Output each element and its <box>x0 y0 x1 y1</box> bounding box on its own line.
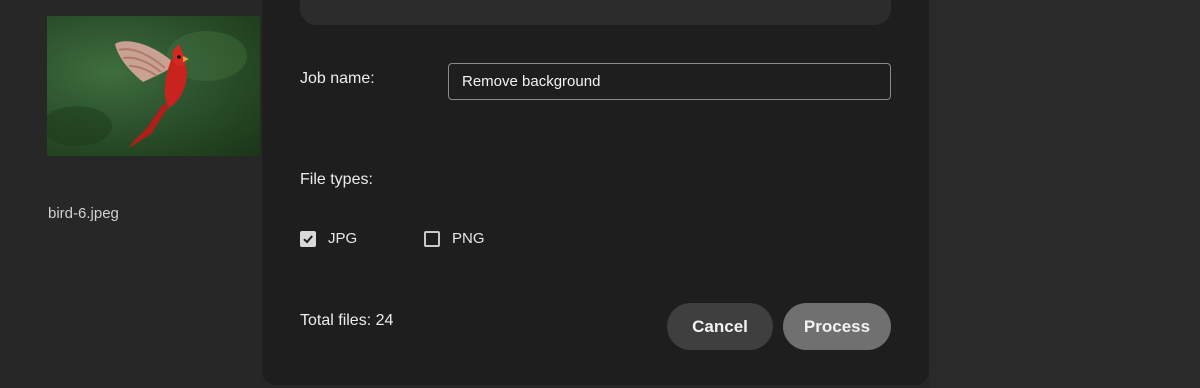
process-button[interactable]: Process <box>783 303 891 350</box>
dialog-preview-area <box>300 0 891 25</box>
job-name-input[interactable] <box>448 63 891 100</box>
checkbox-unchecked-icon <box>424 230 440 247</box>
checkbox-checked-icon <box>300 230 316 247</box>
jpg-checkbox-label: JPG <box>328 230 358 247</box>
thumbnail-filename: bird-6.jpeg <box>48 205 119 222</box>
right-panel <box>929 0 1200 388</box>
total-files-text: Total files: 24 <box>300 312 394 329</box>
cardinal-bird-icon <box>47 31 247 148</box>
thumbnail-image[interactable] <box>47 16 260 156</box>
png-checkbox[interactable]: PNG <box>424 230 485 247</box>
cancel-button[interactable]: Cancel <box>667 303 773 350</box>
job-name-label: Job name: <box>300 70 375 87</box>
png-checkbox-label: PNG <box>452 230 485 247</box>
jpg-checkbox[interactable]: JPG <box>300 230 357 247</box>
file-types-label: File types: <box>300 171 373 188</box>
